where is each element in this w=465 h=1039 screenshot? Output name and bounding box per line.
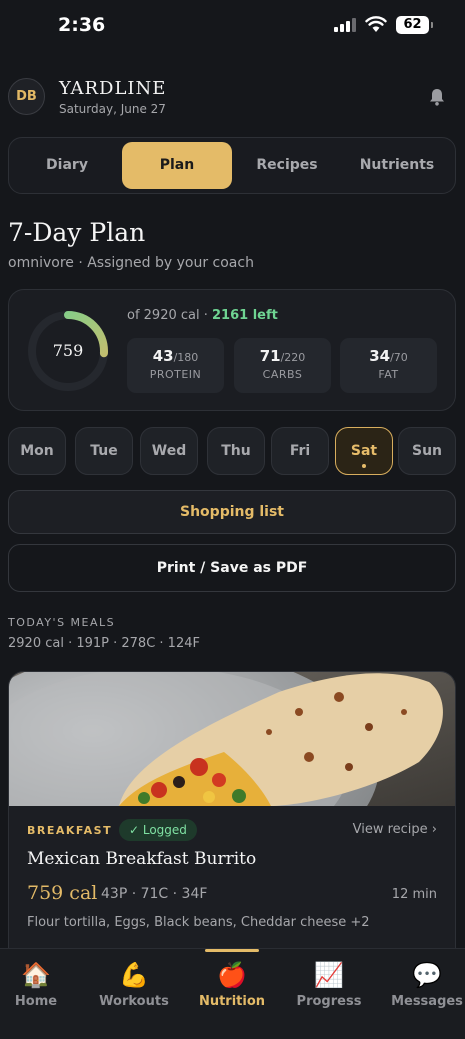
wifi-icon: [365, 16, 387, 32]
print-pdf-button[interactable]: Print / Save as PDF: [8, 544, 456, 592]
day-tue[interactable]: Tue: [75, 427, 133, 475]
day-thu[interactable]: Thu: [207, 427, 265, 475]
meal-calories: 759 cal: [27, 882, 98, 904]
bottom-navigation: 🏠 Home 💪 Workouts 🍎 Nutrition 📈 Progress…: [0, 948, 465, 1039]
section-tabs: Diary Plan Recipes Nutrients: [8, 137, 456, 194]
nav-workouts[interactable]: 💪 Workouts: [86, 959, 182, 1009]
carbs-stat: 71/220 CARBS: [234, 338, 331, 393]
nav-progress-label: Progress: [296, 994, 362, 1009]
active-tab-indicator: [205, 949, 259, 952]
fat-value: 34: [369, 347, 391, 365]
page-title: 7-Day Plan: [8, 218, 146, 247]
carbs-label: CARBS: [262, 368, 303, 381]
speech-bubble-icon: 💬: [412, 961, 442, 989]
nav-messages-label: Messages: [391, 994, 463, 1009]
status-bar: 2:36 62: [0, 0, 465, 50]
calories-eaten-value: 759: [52, 341, 84, 360]
day-sun[interactable]: Sun: [398, 427, 456, 475]
app-brand: YARDLINE: [59, 78, 167, 99]
meal-name: Mexican Breakfast Burrito: [27, 849, 257, 869]
meals-section-label: TODAY'S MEALS: [8, 616, 116, 629]
fat-stat: 34/70 FAT: [340, 338, 437, 393]
tab-recipes[interactable]: Recipes: [232, 142, 342, 189]
calorie-target-line: of 2920 cal · 2161 left: [127, 308, 278, 323]
flexed-bicep-icon: 💪: [119, 961, 149, 989]
calorie-target: of 2920 cal: [127, 308, 200, 323]
header-date: Saturday, June 27: [59, 102, 166, 116]
tab-plan[interactable]: Plan: [122, 142, 232, 189]
chart-icon: 📈: [314, 961, 344, 989]
status-time: 2:36: [58, 14, 106, 36]
meal-type-label: BREAKFAST: [27, 824, 113, 837]
calories-left: 2161 left: [212, 308, 278, 323]
tab-nutrients[interactable]: Nutrients: [342, 142, 452, 189]
nav-nutrition-label: Nutrition: [198, 994, 266, 1009]
fat-target: /70: [390, 351, 408, 364]
day-sat-label: Sat: [350, 443, 378, 459]
nav-workouts-label: Workouts: [99, 994, 169, 1009]
cellular-signal-icon: [334, 18, 356, 32]
bell-icon[interactable]: [429, 88, 445, 106]
selected-day-dot: [362, 464, 366, 468]
day-wed[interactable]: Wed: [140, 427, 198, 475]
logged-badge: ✓ Logged: [119, 819, 197, 841]
carbs-target: /220: [280, 351, 306, 364]
protein-stat: 43/180 PROTEIN: [127, 338, 224, 393]
meal-prep-time: 12 min: [391, 887, 437, 902]
day-sat[interactable]: Sat: [335, 427, 393, 475]
shopping-list-button[interactable]: Shopping list: [8, 490, 456, 534]
protein-label: PROTEIN: [149, 368, 202, 381]
carbs-value: 71: [259, 347, 281, 365]
fat-label: FAT: [378, 368, 399, 381]
burrito-photo: [9, 672, 455, 806]
meal-card[interactable]: BREAKFAST ✓ Logged View recipe › Mexican…: [8, 671, 456, 971]
meal-macros: 43P · 71C · 34F: [101, 886, 208, 902]
avatar[interactable]: DB: [8, 78, 45, 115]
nav-home-label: Home: [14, 994, 58, 1009]
day-mon[interactable]: Mon: [8, 427, 66, 475]
nav-nutrition[interactable]: 🍎 Nutrition: [184, 959, 280, 1009]
nav-home[interactable]: 🏠 Home: [0, 959, 84, 1009]
view-recipe-link[interactable]: View recipe ›: [353, 822, 437, 837]
house-icon: 🏠: [21, 961, 51, 989]
apple-icon: 🍎: [217, 961, 247, 989]
battery-icon: 62: [396, 16, 433, 34]
protein-target: /180: [173, 351, 199, 364]
calorie-summary-card: 759 of 2920 cal · 2161 left 43/180 PROTE…: [8, 289, 456, 411]
meal-ingredients: Flour tortilla, Eggs, Black beans, Chedd…: [27, 915, 370, 930]
nav-messages[interactable]: 💬 Messages: [379, 959, 465, 1009]
protein-value: 43: [152, 347, 174, 365]
plan-subtitle: omnivore · Assigned by your coach: [8, 255, 254, 271]
meals-totals: 2920 cal · 191P · 278C · 124F: [8, 636, 200, 651]
app-header: DB YARDLINE Saturday, June 27: [8, 78, 457, 118]
nav-progress[interactable]: 📈 Progress: [281, 959, 377, 1009]
tab-diary[interactable]: Diary: [12, 142, 122, 189]
day-fri[interactable]: Fri: [271, 427, 329, 475]
